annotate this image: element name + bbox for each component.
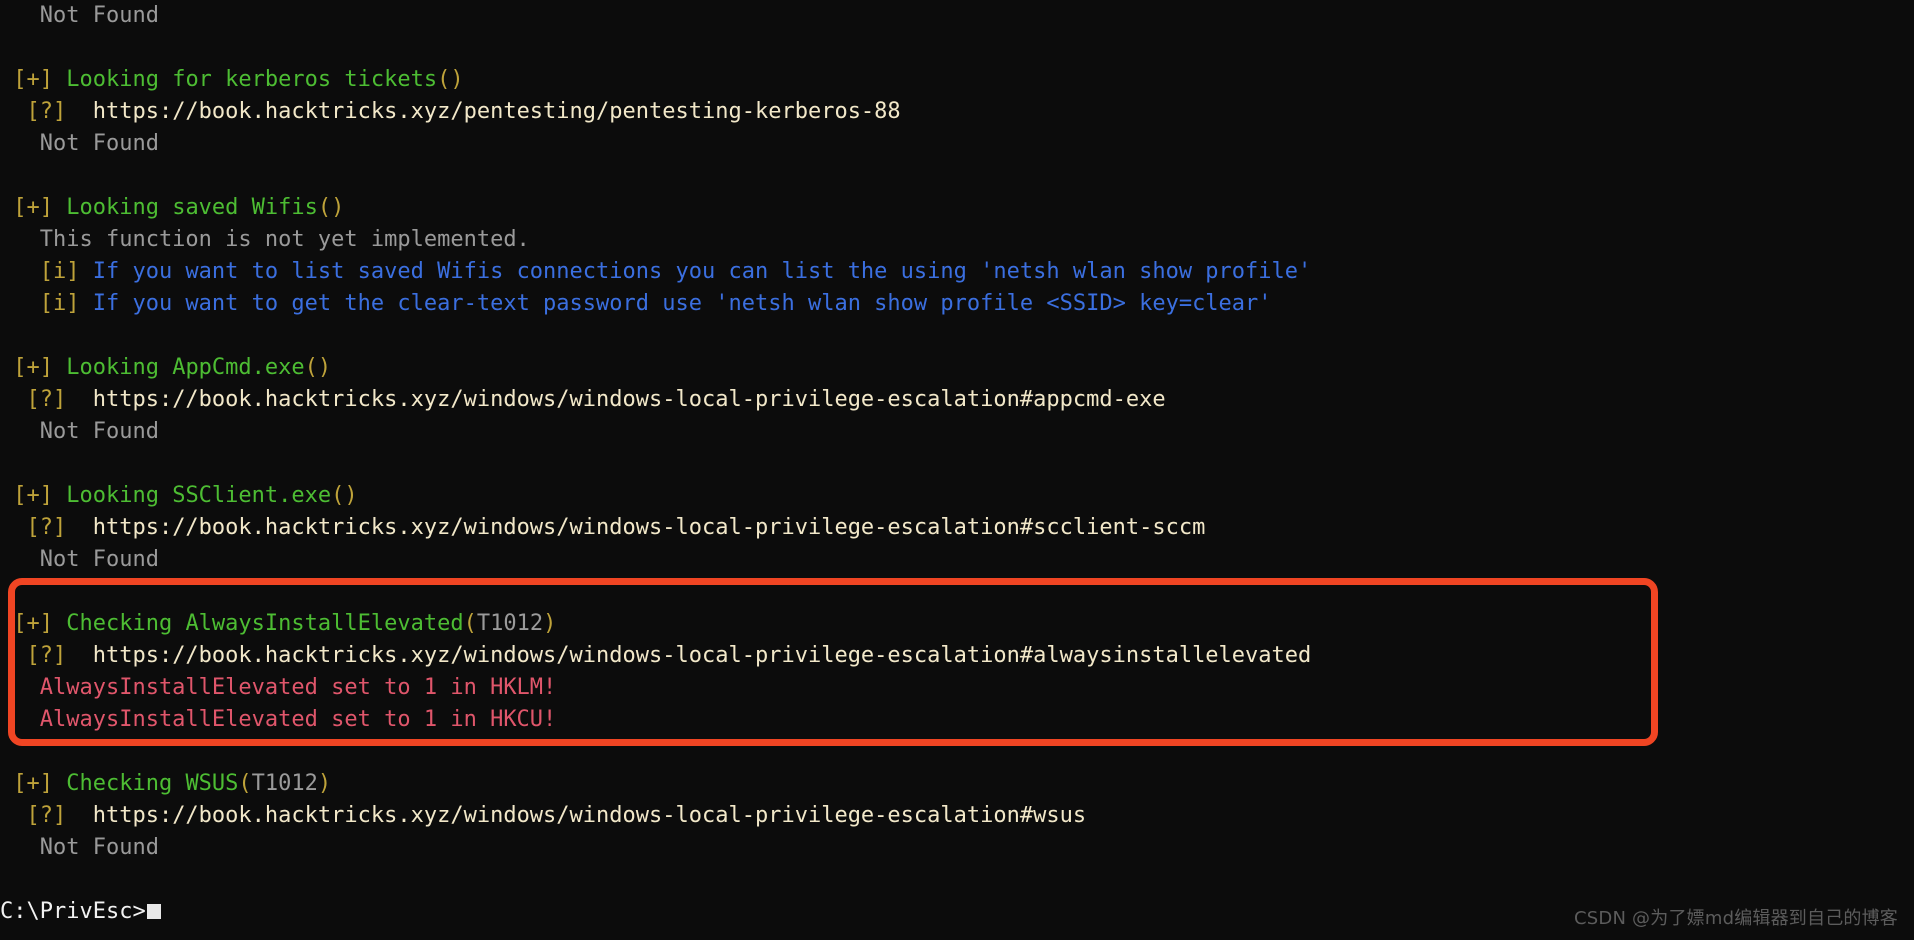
console-line: [+] Checking AlwaysInstallElevated(T1012… xyxy=(0,608,1914,640)
console-segment: This function is not yet implemented. xyxy=(0,227,530,252)
console-segment: Checking AlwaysInstallElevated xyxy=(66,611,464,636)
console-segment: [+] xyxy=(0,195,67,220)
console-line: [i] If you want to list saved Wifis conn… xyxy=(0,256,1914,288)
console-line: [+] Looking for kerberos tickets() xyxy=(0,64,1914,96)
console-line: [+] Looking saved Wifis() xyxy=(0,192,1914,224)
console-segment: [+] xyxy=(0,483,67,508)
console-segment: Checking WSUS xyxy=(66,771,239,796)
watermark-text: CSDN @为了嫖md编辑器到自己的博客 xyxy=(1574,908,1898,929)
console-segment: [?] xyxy=(0,803,93,828)
console-line: AlwaysInstallElevated set to 1 in HKLM! xyxy=(0,672,1914,704)
console-segment: https://book.hacktricks.xyz/windows/wind… xyxy=(92,387,1166,412)
console-segment: [+] xyxy=(0,355,67,380)
console-line: [?] https://book.hacktricks.xyz/pentesti… xyxy=(0,96,1914,128)
console-segment: () xyxy=(317,195,345,220)
console-line: [?] https://book.hacktricks.xyz/windows/… xyxy=(0,512,1914,544)
console-segment: ( xyxy=(463,611,477,636)
console-segment: T1012 xyxy=(476,611,544,636)
console-segment: ) xyxy=(543,611,557,636)
console-segment: Not Found xyxy=(0,131,159,156)
console-segment: C:\PrivEsc> xyxy=(0,899,146,924)
console-line: Not Found xyxy=(0,128,1914,160)
console-segment: [+] xyxy=(0,771,67,796)
console-segment: Looking AppCmd.exe xyxy=(66,355,305,380)
console-segment: AlwaysInstallElevated set to 1 in HKLM! xyxy=(0,675,557,700)
console-line: [i] If you want to get the clear-text pa… xyxy=(0,288,1914,320)
console-line: Not Found xyxy=(0,0,1914,32)
console-segment: https://book.hacktricks.xyz/windows/wind… xyxy=(92,515,1206,540)
console-segment: Looking saved Wifis xyxy=(66,195,318,220)
console-segment: () xyxy=(437,67,464,92)
console-segment: Not Found xyxy=(0,547,159,572)
console-segment: [i] xyxy=(0,259,93,284)
console-segment: Not Found xyxy=(0,835,159,860)
console-segment: If you want to get the clear-text passwo… xyxy=(92,291,1272,316)
console-segment: ) xyxy=(317,771,332,796)
console-segment: https://book.hacktricks.xyz/windows/wind… xyxy=(92,643,1312,668)
console-segment: [?] xyxy=(0,99,93,124)
console-segment: Not Found xyxy=(0,3,159,28)
console-line: [?] https://book.hacktricks.xyz/windows/… xyxy=(0,640,1914,672)
text-cursor xyxy=(146,904,161,919)
console-line: Not Found xyxy=(0,544,1914,576)
console-segment: https://book.hacktricks.xyz/pentesting/p… xyxy=(92,99,901,124)
console-segment: [?] xyxy=(0,643,93,668)
console-segment: [?] xyxy=(0,387,93,412)
console-segment: [+] xyxy=(0,611,67,636)
console-line: AlwaysInstallElevated set to 1 in HKCU! xyxy=(0,704,1914,736)
console-segment: [i] xyxy=(0,291,93,316)
console-segment: T1012 xyxy=(251,771,318,796)
terminal-window[interactable]: Not Found [+] Looking for kerberos ticke… xyxy=(0,0,1914,940)
console-segment: If you want to list saved Wifis connecti… xyxy=(92,259,1312,284)
console-segment: Not Found xyxy=(0,419,159,444)
console-line: Not Found xyxy=(0,832,1914,864)
console-output: Not Found [+] Looking for kerberos ticke… xyxy=(0,0,1914,928)
console-segment: Looking for kerberos tickets xyxy=(66,67,438,92)
console-segment: [+] xyxy=(0,67,67,92)
console-line: This function is not yet implemented. xyxy=(0,224,1914,256)
console-segment: https://book.hacktricks.xyz/windows/wind… xyxy=(92,803,1087,828)
console-segment: () xyxy=(331,483,358,508)
console-line: [+] Looking SSClient.exe() xyxy=(0,480,1914,512)
console-segment: AlwaysInstallElevated set to 1 in HKCU! xyxy=(0,707,557,732)
console-segment: [?] xyxy=(0,515,93,540)
console-line: [?] https://book.hacktricks.xyz/windows/… xyxy=(0,800,1914,832)
console-line: [+] Checking WSUS(T1012) xyxy=(0,768,1914,800)
console-line: [+] Looking AppCmd.exe() xyxy=(0,352,1914,384)
console-segment: ( xyxy=(238,771,252,796)
console-segment: () xyxy=(304,355,332,380)
console-segment: Looking SSClient.exe xyxy=(66,483,332,508)
console-line: Not Found xyxy=(0,416,1914,448)
console-line: [?] https://book.hacktricks.xyz/windows/… xyxy=(0,384,1914,416)
